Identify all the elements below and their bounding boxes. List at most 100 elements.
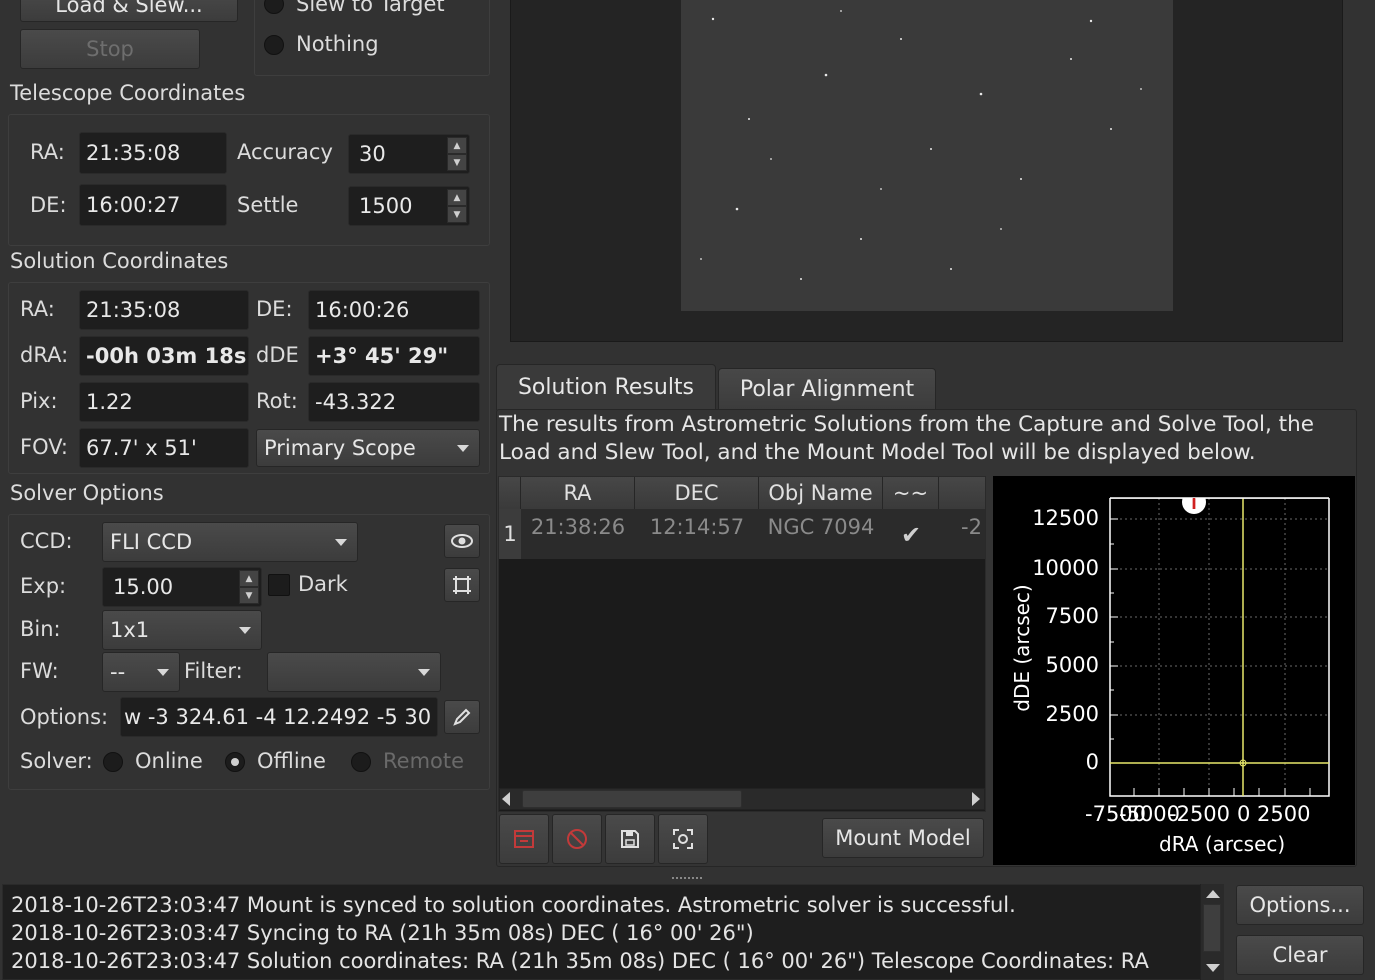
results-plot[interactable]: 12500 10000 7500 5000 2500 0 -7500 -5000… bbox=[993, 476, 1355, 865]
offline-radio[interactable] bbox=[225, 752, 245, 772]
slew-to-target-label[interactable]: Slew to Target bbox=[296, 0, 445, 16]
stars bbox=[700, 10, 1142, 280]
offline-label[interactable]: Offline bbox=[257, 749, 326, 773]
chevron-down-icon bbox=[239, 627, 251, 634]
filter-select[interactable] bbox=[267, 652, 441, 692]
plot-ylabel: dDE (arcsec) bbox=[1010, 584, 1034, 712]
scope-select[interactable]: Primary Scope bbox=[256, 429, 480, 467]
solver-options-title: Solver Options bbox=[10, 481, 164, 505]
dark-checkbox[interactable] bbox=[268, 574, 290, 596]
remote-radio[interactable] bbox=[351, 752, 371, 772]
scroll-up-icon[interactable] bbox=[1206, 890, 1220, 898]
zoom-fit-button[interactable] bbox=[658, 814, 708, 864]
ytick-12500: 12500 bbox=[1032, 506, 1099, 530]
solution-de-label: DE: bbox=[256, 297, 293, 321]
column-header-obj-name[interactable]: Obj Name bbox=[759, 477, 883, 509]
spin-down-icon[interactable]: ▼ bbox=[447, 154, 467, 171]
spin-up-icon[interactable]: ▲ bbox=[239, 570, 259, 587]
online-radio[interactable] bbox=[103, 752, 123, 772]
telescope-de-label: DE: bbox=[30, 193, 67, 217]
load-slew-button[interactable]: Load & Slew... bbox=[20, 0, 238, 22]
scroll-down-icon[interactable] bbox=[1206, 964, 1220, 972]
pix-field[interactable]: 1.22 bbox=[79, 382, 249, 422]
eye-icon bbox=[451, 534, 473, 548]
bin-select[interactable]: 1x1 bbox=[102, 610, 262, 650]
telescope-de-field[interactable]: 16:00:27 bbox=[79, 184, 227, 226]
spin-up-icon[interactable]: ▲ bbox=[447, 189, 467, 206]
delete-result-button[interactable] bbox=[552, 814, 602, 864]
telescope-ra-field[interactable]: 21:35:08 bbox=[79, 132, 227, 174]
pix-label: Pix: bbox=[20, 389, 58, 413]
column-header-extra bbox=[939, 477, 985, 509]
column-header-dec[interactable]: DEC bbox=[635, 477, 759, 509]
dde-field[interactable]: +3° 45' 29" bbox=[308, 336, 480, 376]
ytick-2500: 2500 bbox=[1045, 702, 1099, 726]
rot-field[interactable]: -43.322 bbox=[308, 382, 480, 422]
scrollbar-thumb[interactable] bbox=[1203, 904, 1221, 952]
filter-label: Filter: bbox=[184, 659, 243, 683]
row-name: NGC 7094 bbox=[767, 515, 875, 539]
mount-model-button[interactable]: Mount Model bbox=[822, 818, 984, 858]
table-clear-icon bbox=[514, 830, 534, 848]
solver-label: Solver: bbox=[20, 749, 93, 773]
table-row[interactable]: 21:38:26 12:14:57 NGC 7094 ✔ -2 bbox=[521, 509, 985, 559]
results-table[interactable]: RA DEC Obj Name ~~ 1 21:38:26 12:14:57 N… bbox=[498, 476, 986, 812]
xtick-0: 0 bbox=[1237, 802, 1251, 826]
spin-up-icon[interactable]: ▲ bbox=[447, 137, 467, 154]
image-view[interactable] bbox=[510, 0, 1343, 342]
nothing-label[interactable]: Nothing bbox=[296, 32, 379, 56]
ccd-select[interactable]: FLI CCD bbox=[102, 522, 358, 562]
settle-spinbox[interactable]: 1500 ▲ ▼ bbox=[348, 186, 470, 226]
horizontal-scrollbar[interactable] bbox=[499, 788, 985, 810]
column-header-ra[interactable]: RA bbox=[521, 477, 635, 509]
log-options-button[interactable]: Options... bbox=[1236, 885, 1364, 925]
column-header-match[interactable]: ~~ bbox=[883, 477, 939, 509]
dra-field[interactable]: -00h 03m 18s bbox=[79, 336, 249, 376]
remote-label[interactable]: Remote bbox=[383, 749, 464, 773]
ytick-10000: 10000 bbox=[1032, 556, 1099, 580]
spin-down-icon[interactable]: ▼ bbox=[447, 206, 467, 223]
star-field-image bbox=[681, 0, 1173, 311]
exposure-spinbox[interactable]: 15.00 ▲ ▼ bbox=[102, 567, 262, 607]
ccd-options-button[interactable] bbox=[444, 524, 480, 558]
row-dec: 12:14:57 bbox=[649, 515, 745, 539]
scroll-left-icon[interactable] bbox=[502, 792, 510, 806]
table-row-index[interactable]: 1 bbox=[499, 509, 521, 559]
save-results-button[interactable] bbox=[605, 814, 655, 864]
solution-coordinates-title: Solution Coordinates bbox=[10, 249, 229, 273]
log-vertical-scrollbar[interactable] bbox=[1200, 884, 1224, 980]
log-clear-button[interactable]: Clear bbox=[1236, 935, 1364, 975]
log-line: 2018-10-26T23:03:47 Solution coordinates… bbox=[11, 949, 1149, 973]
spin-down-icon[interactable]: ▼ bbox=[239, 587, 259, 604]
bin-label: Bin: bbox=[20, 617, 61, 641]
solution-de-field[interactable]: 16:00:26 bbox=[308, 290, 480, 330]
solution-ra-field[interactable]: 21:35:08 bbox=[79, 290, 249, 330]
results-description: The results from Astrometric Solutions f… bbox=[499, 412, 1314, 465]
solver-options-field[interactable]: w -3 324.61 -4 12.2492 -5 30 bbox=[120, 697, 438, 737]
log-line: 2018-10-26T23:03:47 Mount is synced to s… bbox=[11, 893, 1016, 917]
accuracy-spinbox[interactable]: 30 ▲ ▼ bbox=[348, 134, 470, 174]
tab-solution-results[interactable]: Solution Results bbox=[496, 364, 716, 410]
crop-button[interactable] bbox=[444, 568, 480, 602]
tab-polar-alignment[interactable]: Polar Alignment bbox=[718, 368, 936, 410]
online-label[interactable]: Online bbox=[135, 749, 203, 773]
log-view[interactable]: 2018-10-26T23:03:47 Mount is synced to s… bbox=[2, 884, 1224, 980]
clear-results-button[interactable] bbox=[499, 814, 549, 864]
cancel-icon bbox=[567, 829, 587, 849]
fov-label: FOV: bbox=[20, 435, 68, 459]
filter-wheel-select[interactable]: -- bbox=[102, 652, 180, 692]
table-corner bbox=[499, 477, 521, 509]
stop-button[interactable]: Stop bbox=[20, 29, 200, 69]
chevron-down-icon bbox=[335, 539, 347, 546]
chevron-down-icon bbox=[418, 669, 430, 676]
scrollbar-thumb[interactable] bbox=[522, 790, 742, 808]
splitter-handle[interactable] bbox=[672, 877, 702, 881]
dark-label[interactable]: Dark bbox=[298, 572, 348, 596]
scroll-right-icon[interactable] bbox=[972, 792, 980, 806]
accuracy-label: Accuracy bbox=[237, 140, 333, 164]
nothing-radio[interactable] bbox=[264, 35, 284, 55]
fov-field[interactable]: 67.7' x 51' bbox=[79, 428, 249, 468]
ccd-label: CCD: bbox=[20, 529, 73, 553]
save-icon bbox=[621, 830, 639, 848]
edit-options-button[interactable] bbox=[444, 700, 480, 734]
